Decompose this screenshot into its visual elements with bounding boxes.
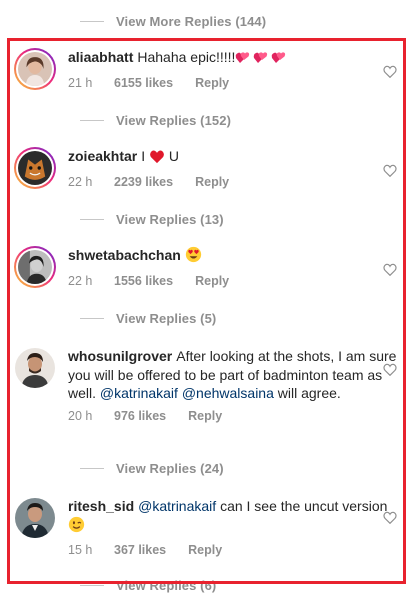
comment-item: whosunilgrover After looking at the shots… — [14, 347, 397, 423]
comment-item: shwetabachchan 22 h 1556 likes Reply — [14, 246, 397, 288]
view-replies-label: View Replies (24) — [116, 461, 224, 476]
replies-divider — [80, 120, 104, 121]
comment-username[interactable]: shwetabachchan — [68, 247, 181, 263]
view-more-replies-label: View More Replies (144) — [116, 14, 267, 29]
comment-text: Hahaha epic!!!!! — [137, 49, 236, 65]
comment-item: ritesh_sid @katrinakaif can I see the unc… — [14, 497, 397, 557]
replies-divider — [80, 21, 104, 22]
comment-username[interactable]: zoieakhtar — [68, 148, 137, 164]
like-heart-icon[interactable] — [383, 363, 397, 376]
comment-time: 15 h — [68, 543, 93, 557]
view-replies-button[interactable]: View Replies (24) — [80, 461, 224, 476]
like-heart-icon[interactable] — [383, 263, 397, 276]
comment-username[interactable]: aliaabhatt — [68, 49, 133, 65]
view-replies-button[interactable]: View Replies (13) — [80, 212, 224, 227]
comment-item: aliaabhatt Hahaha epic!!!!! 21 h 6155 lik… — [14, 48, 397, 90]
avatar[interactable] — [14, 497, 56, 539]
reply-button[interactable]: Reply — [188, 409, 222, 423]
comment-text-end: will agree. — [277, 385, 341, 401]
view-replies-button[interactable]: View Replies (152) — [80, 113, 231, 128]
comment-time: 22 h — [68, 174, 93, 189]
view-replies-label: View Replies (152) — [116, 113, 232, 128]
comments-screen: View More Replies (144) aliaabhatt Hahaha… — [0, 0, 415, 602]
replies-divider — [80, 585, 104, 586]
replies-divider — [80, 318, 104, 319]
comment-text: can I see the uncut version — [220, 498, 388, 514]
winking-face-emoji-icon — [68, 516, 85, 538]
avatar[interactable] — [14, 48, 56, 90]
replies-divider — [80, 219, 104, 220]
view-replies-label: View Replies (13) — [116, 212, 224, 227]
replies-divider — [80, 468, 104, 469]
comment-likes[interactable]: 976 likes — [114, 409, 166, 423]
comment-text-end: U — [168, 148, 180, 164]
mention-link[interactable]: @nehwalsaina — [182, 385, 274, 401]
mention-link[interactable]: @katrinakaif — [138, 498, 216, 514]
avatar[interactable] — [14, 347, 56, 389]
reply-button[interactable]: Reply — [195, 76, 229, 90]
hearts-emoji-icon — [235, 49, 289, 70]
comment-username[interactable]: ritesh_sid — [68, 498, 134, 514]
like-heart-icon[interactable] — [383, 164, 397, 177]
comment-time: 20 h — [68, 408, 93, 423]
comment-likes[interactable]: 6155 likes — [114, 76, 173, 90]
comment-item: zoieakhtar I U 22 h 2239 likes Reply — [14, 147, 397, 189]
comment-time: 21 h — [68, 75, 93, 90]
view-replies-label: View Replies (5) — [116, 311, 217, 326]
comment-likes[interactable]: 1556 likes — [114, 274, 173, 288]
red-heart-emoji-icon — [149, 149, 165, 169]
comment-username[interactable]: whosunilgrover — [68, 348, 172, 364]
avatar[interactable] — [14, 246, 56, 288]
view-replies-label: View Replies (6) — [116, 578, 217, 593]
view-replies-button[interactable]: View Replies (6) — [80, 578, 216, 593]
like-heart-icon[interactable] — [383, 65, 397, 78]
comment-text: I — [141, 148, 146, 164]
mention-link[interactable]: @katrinakaif — [100, 385, 178, 401]
heart-eyes-emoji-icon — [185, 246, 202, 268]
like-heart-icon[interactable] — [383, 511, 397, 524]
avatar[interactable] — [14, 147, 56, 189]
reply-button[interactable]: Reply — [188, 543, 222, 557]
comment-likes[interactable]: 2239 likes — [114, 175, 173, 189]
view-replies-button[interactable]: View Replies (5) — [80, 311, 216, 326]
comment-likes[interactable]: 367 likes — [114, 543, 166, 557]
view-more-replies-button[interactable]: View More Replies (144) — [80, 14, 266, 29]
comment-time: 22 h — [68, 273, 93, 288]
reply-button[interactable]: Reply — [195, 175, 229, 189]
reply-button[interactable]: Reply — [195, 274, 229, 288]
